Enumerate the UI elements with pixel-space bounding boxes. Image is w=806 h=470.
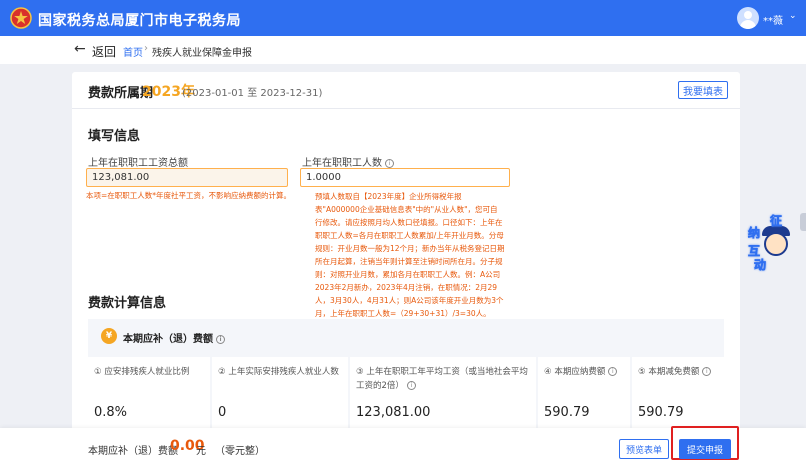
assistant-char: 纳	[748, 226, 761, 241]
tax-emblem-logo	[10, 7, 32, 29]
cell-value: 590.79	[544, 405, 590, 420]
cell-value: 590.79	[638, 405, 684, 420]
back-arrow-icon[interactable]: ←	[74, 41, 86, 57]
assistant-char: 动	[754, 258, 767, 273]
total-salary-field[interactable]: 123,081.00	[86, 168, 288, 187]
fee-panel-title: 本期应补（退）费额	[123, 334, 213, 345]
fill-form-button[interactable]: 我要填表	[678, 81, 728, 99]
employee-count-hint: 预填人数取自【2023年度】企业所得税年报表"A000000企业基础信息表"中的…	[315, 192, 505, 318]
bottom-fee-label: 本期应补（退）费额	[88, 446, 178, 457]
fee-cell-ratio: ① 应安排残疾人就业比例 0.8%	[88, 357, 210, 432]
cell-label: ① 应安排残疾人就业比例	[94, 367, 190, 377]
total-salary-label: 上年在职职工工资总额	[88, 158, 188, 169]
declaration-card: 费款所属期 2023年 (2023-01-01 至 2023-12-31) 我要…	[72, 72, 740, 432]
currency-icon: ¥	[101, 328, 117, 344]
section-divider	[72, 108, 740, 109]
breadcrumb-separator: ›	[144, 43, 148, 54]
bottom-fee-words: （零元整）	[215, 446, 265, 457]
assistant-face	[764, 232, 788, 256]
user-avatar[interactable]	[737, 7, 759, 29]
avatar-body	[740, 20, 756, 29]
cell-label: ④ 本期应纳费额	[544, 367, 606, 377]
info-icon[interactable]: i	[608, 367, 618, 376]
info-icon[interactable]: i	[406, 381, 416, 390]
fee-cell-avg-salary: ③ 上年在职职工年平均工资（或当地社会平均工资的2倍） i 123,081.00	[350, 357, 536, 432]
info-icon[interactable]: i	[385, 158, 394, 168]
cell-label: ⑤ 本期减免费额	[638, 367, 700, 377]
breadcrumb-current: 残疾人就业保障金申报	[152, 48, 252, 59]
fee-cell-payable: ④ 本期应纳费额 i 590.79	[538, 357, 630, 432]
employee-count-label-wrap: 上年在职职工人数 i	[302, 154, 394, 169]
period-range: (2023-01-01 至 2023-12-31)	[182, 88, 323, 99]
cell-value: 123,081.00	[356, 405, 431, 420]
employee-count-field[interactable]: 1.0000	[300, 168, 510, 187]
breadcrumb-home-link[interactable]: 首页	[123, 44, 143, 59]
cell-value: 0	[218, 405, 227, 420]
preview-form-button[interactable]: 预览表单	[619, 439, 669, 459]
interaction-assistant-widget[interactable]: 征 纳 互 动	[748, 210, 806, 272]
back-button[interactable]: 返回	[92, 43, 116, 60]
fee-panel-title-wrap: 本期应补（退）费额 i	[123, 330, 225, 345]
chevron-down-icon[interactable]: ⌄	[789, 11, 797, 21]
breadcrumb-bar: ← 返回 首页 › 残疾人就业保障金申报	[0, 36, 806, 64]
cell-label-wrap: ④ 本期应纳费额 i	[544, 365, 630, 379]
assistant-char: 征	[770, 214, 783, 229]
bottom-fee-unit: 元	[196, 446, 206, 457]
fill-info-title: 填写信息	[88, 129, 141, 144]
total-salary-hint: 本项=在职职工人数*年度社平工资，不影响应纳费额的计算。	[86, 191, 292, 200]
cell-value: 0.8%	[94, 405, 128, 420]
fee-calc-title: 费款计算信息	[88, 296, 167, 311]
fee-calc-panel: ¥ 本期应补（退）费额 i ① 应安排残疾人就业比例 0.8% ② 上年实际安排残…	[88, 319, 724, 432]
site-title: 国家税务总局厦门市电子税务局	[38, 13, 241, 29]
info-icon[interactable]: i	[216, 334, 225, 344]
cell-label-wrap: ⑤ 本期减免费额 i	[638, 365, 724, 379]
avatar-head	[744, 11, 752, 19]
submit-declaration-button[interactable]: 提交申报	[679, 439, 731, 459]
cell-label-wrap: ③ 上年在职职工年平均工资（或当地社会平均工资的2倍） i	[356, 365, 532, 393]
cell-label: ③ 上年在职职工年平均工资（或当地社会平均工资的2倍）	[356, 367, 528, 391]
cell-label: ② 上年实际安排残疾人就业人数	[218, 367, 339, 377]
info-icon[interactable]: i	[702, 367, 712, 376]
fee-cell-disabled-count: ② 上年实际安排残疾人就业人数 0	[212, 357, 348, 432]
fee-cell-reduction: ⑤ 本期减免费额 i 590.79	[632, 357, 724, 432]
username[interactable]: **薇	[763, 12, 783, 27]
top-header: 国家税务总局厦门市电子税务局 **薇 ⌄	[0, 0, 806, 36]
